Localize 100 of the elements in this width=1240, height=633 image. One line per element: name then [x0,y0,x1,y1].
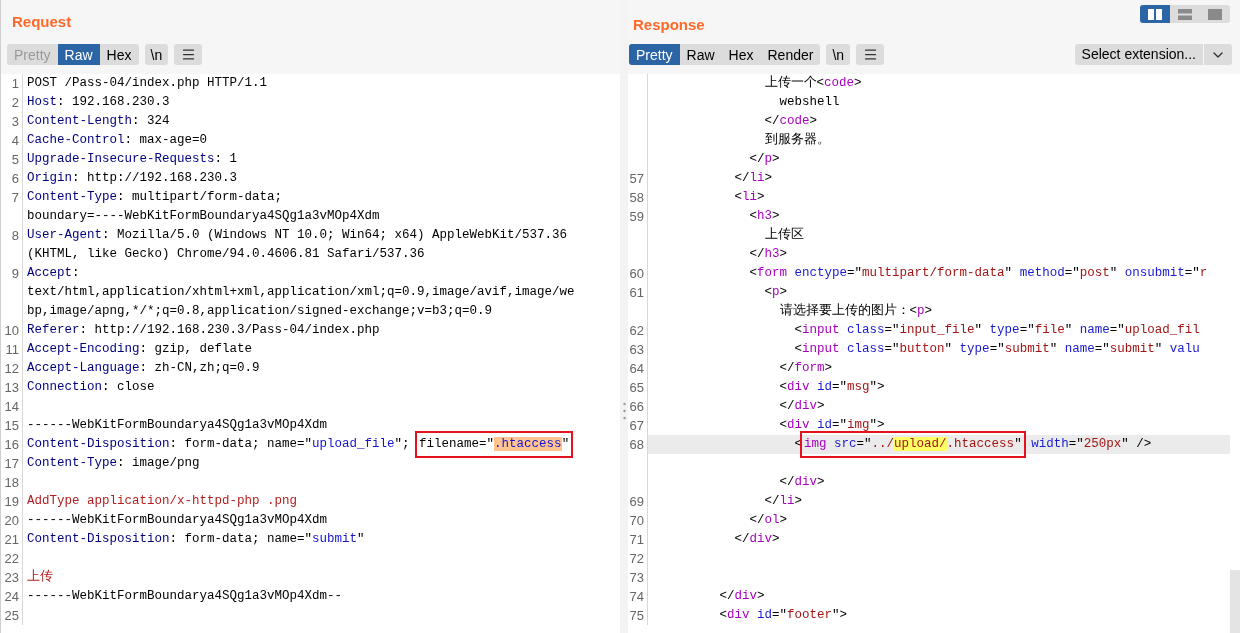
code-text: </div> [733,531,780,549]
menu-icon [180,47,196,62]
line-number: 65 [629,378,644,397]
line-number: 7 [11,188,19,207]
code-text: </code> [763,113,818,131]
code-text: </div> [718,588,765,606]
code-text: ------WebKitFormBoundarya4SQg1a3vMOp4Xdm-- [27,588,343,606]
view-tab[interactable]: Pretty [629,44,680,65]
code-text: text/html,application/xhtml+xml,application/xml;q=0.9,image/avif,image/we [27,284,575,302]
view-tab[interactable]: Raw [679,44,722,65]
line-number: 5 [11,150,19,169]
code-text: <h3> [748,208,780,226]
code-text: Referer: http://192.168.230.3/Pass-04/index.php [27,322,380,340]
line-number: 63 [629,340,644,359]
menu-button[interactable] [174,44,203,65]
line-number: 73 [629,568,644,587]
code-text: Accept: [27,265,80,283]
code-text: ------WebKitFormBoundarya4SQg1a3vMOp4Xdm [27,512,328,530]
code-text: Accept-Language: zh-CN,zh;q=0.9 [27,360,260,378]
line-number: 18 [4,473,19,492]
code-text: boundary=----WebKitFormBoundarya4SQg1a3vMOp4Xdm [27,208,380,226]
code-text: Accept-Encoding: gzip, deflate [27,341,253,359]
code-text: 上传区 [763,226,804,245]
line-number: 66 [629,397,644,416]
line-number: 62 [629,321,644,340]
code-text: webshell [778,94,840,112]
layout-toggle-button[interactable] [1140,5,1170,23]
scrollbar-thumb[interactable] [1230,570,1240,633]
line-number: 68 [629,435,644,454]
view-tab[interactable]: Hex [721,44,761,65]
view-tab[interactable]: Raw [57,44,100,65]
menu-button[interactable] [856,44,885,65]
code-text: </form> [778,360,833,378]
line-number: 3 [11,112,19,131]
highlight-box: filename=".htaccess" [415,431,574,458]
code-text: Content-Length: 324 [27,113,170,131]
code-text: <div id="msg"> [778,379,885,397]
line-number: 1 [11,74,19,93]
code-text: width="250px" /> [1030,436,1152,454]
line-number: 11 [5,340,19,359]
code-text: 上传一个<code> [763,74,862,93]
line-number: 8 [11,226,19,245]
line-number: 57 [629,169,644,188]
view-tab[interactable]: Render [760,44,821,65]
line-number: 74 [629,587,644,606]
line-number: 22 [4,549,19,568]
code-text: </li> [733,170,773,188]
code-text: User-Agent: Mozilla/5.0 (Windows NT 10.0; Win64; x64) AppleWebKit/537.36 [27,227,568,245]
line-number: 72 [629,549,644,568]
single-pane-icon [1208,8,1222,20]
line-number: 9 [11,264,19,283]
line-number: 21 [4,530,19,549]
highlight-box: img src="../upload/.htaccess" [800,431,1026,458]
code-text: ------WebKitFormBoundarya4SQg1a3vMOp4Xdm [27,417,328,435]
code-text: </p> [748,151,780,169]
line-number: 4 [11,131,19,150]
newline-toggle-button[interactable]: \n [826,44,851,65]
code-text: Cache-Control: max-age=0 [27,132,208,150]
code-text: (KHTML, like Gecko) Chrome/94.0.4606.81 Safari/537.36 [27,246,425,264]
code-text: Content-Type: multipart/form-data; [27,189,283,207]
line-number: 60 [629,264,644,283]
code-text: <form enctype="multipart/form-data" method="post" onsubmit="r [748,265,1208,283]
panel-title: Request [12,11,72,32]
line-number: 16 [4,435,19,454]
line-number: 75 [629,606,644,625]
line-number: 14 [4,397,19,416]
code-text: 上传 [27,568,53,587]
code-text: Content-Disposition: form-data; name="submit" [27,531,365,549]
code-text: </ol> [748,512,788,530]
line-number: 70 [629,511,644,530]
panel-title: Response [633,14,705,35]
line-number: 67 [629,416,644,435]
line-number: 71 [629,530,644,549]
code-text: <li> [733,189,765,207]
line-number: 24 [4,587,19,606]
code-text: bp,image/apng,*/*;q=0.8,application/signed-exchange;v=b3;q=0.9 [27,303,493,321]
code-text: POST /Pass-04/index.php HTTP/1.1 [27,75,268,93]
line-number: 19 [4,492,19,511]
code-text: <input class="input_file" type="file" name="upload_fil [793,322,1200,340]
line-number: 69 [629,492,644,511]
code-text: </li> [763,493,803,511]
line-number: 17 [4,454,19,473]
line-number: 25 [4,606,19,625]
code-text: Content-Type: image/png [27,455,200,473]
extension-select[interactable]: Select extension... [1074,44,1232,65]
menu-icon [862,47,878,62]
line-number: 12 [4,359,19,378]
line-number: 6 [11,169,19,188]
newline-toggle-button[interactable]: \n [144,44,169,65]
rows-icon [1178,8,1192,20]
line-number: 61 [629,283,644,302]
line-number: 59 [629,207,644,226]
line-number: 2 [11,93,19,112]
code-text: 到服务器。 [763,131,830,150]
drag-handle-icon [622,402,626,420]
columns-icon [1148,8,1162,20]
code-text: <input class="button" type="submit" name="submit" valu [793,341,1200,359]
view-tab[interactable]: Hex [99,44,139,65]
line-number: 20 [4,511,19,530]
code-text: </div> [778,474,825,492]
